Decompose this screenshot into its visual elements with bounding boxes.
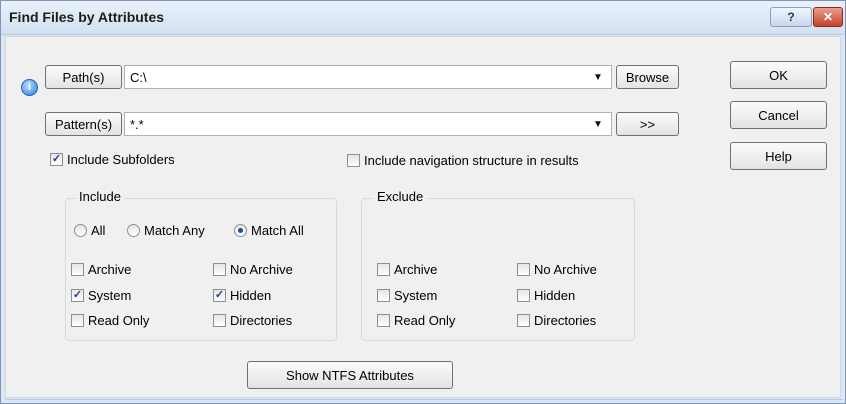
checkbox-label: Directories [230,313,293,328]
checkbox-label: Archive [394,262,438,277]
include-navigation-checkbox[interactable]: Include navigation structure in results [347,153,579,168]
pattern-value: *.* [130,117,144,132]
exclude-read-only-checkbox[interactable]: Read Only [377,313,455,328]
info-icon: i [21,79,38,96]
window-title: Find Files by Attributes [9,9,165,25]
checkbox-label: Hidden [230,288,272,303]
include-read-only-checkbox[interactable]: Read Only [71,313,149,328]
exclude-system-checkbox[interactable]: System [377,288,437,303]
show-ntfs-attributes-button[interactable]: Show NTFS Attributes [247,361,453,389]
checkbox-label: Read Only [394,313,456,328]
checkbox-box[interactable] [347,154,360,167]
checkbox-box[interactable] [71,314,84,327]
include-directories-checkbox[interactable]: Directories [213,313,292,328]
include-system-checkbox[interactable]: ✓ System [71,288,131,303]
checkbox-label: Hidden [534,288,576,303]
paths-button[interactable]: Path(s) [45,65,122,89]
checkbox-box[interactable] [213,314,226,327]
checkbox-label: System [88,288,132,303]
radio-label: Match Any [144,223,205,238]
checkbox-label: No Archive [230,262,293,277]
exclude-group-label: Exclude [374,189,427,204]
exclude-no-archive-checkbox[interactable]: No Archive [517,262,597,277]
exclude-archive-checkbox[interactable]: Archive [377,262,437,277]
exclude-hidden-checkbox[interactable]: Hidden [517,288,575,303]
browse-button[interactable]: Browse [616,65,679,89]
ok-button[interactable]: OK [730,61,827,89]
include-radio-match-any[interactable]: Match Any [127,223,205,238]
radio-circle[interactable] [74,224,87,237]
chevron-down-icon[interactable]: ▼ [591,72,605,84]
checkbox-box[interactable] [377,263,390,276]
include-subfolders-label: Include Subfolders [67,152,175,167]
include-hidden-checkbox[interactable]: ✓ Hidden [213,288,271,303]
include-archive-checkbox[interactable]: Archive [71,262,131,277]
checkbox-box[interactable] [377,314,390,327]
radio-selected-dot [238,228,243,233]
help-button[interactable]: Help [730,142,827,170]
include-radio-all[interactable]: All [74,223,105,238]
checkmark-icon[interactable]: ✓ [50,153,63,166]
checkbox-box[interactable] [517,289,530,302]
checkbox-box[interactable] [213,263,226,276]
include-group-label: Include [76,189,124,204]
checkbox-box[interactable] [377,289,390,302]
radio-label: Match All [251,223,304,238]
path-value: C:\ [130,70,147,85]
bottom-border [5,399,843,400]
checkbox-label: No Archive [534,262,597,277]
checkbox-box[interactable] [517,314,530,327]
checkmark-icon[interactable]: ✓ [213,289,226,302]
patterns-button[interactable]: Pattern(s) [45,112,122,136]
radio-circle[interactable] [234,224,247,237]
radio-circle[interactable] [127,224,140,237]
checkbox-label: Archive [88,262,132,277]
include-navigation-label: Include navigation structure in results [364,153,579,168]
checkbox-label: Read Only [88,313,150,328]
close-button[interactable]: ✕ [813,7,843,27]
checkbox-box[interactable] [71,263,84,276]
dialog-window: Find Files by Attributes ? ✕ Path(s) C:\… [0,0,846,404]
checkbox-label: System [394,288,438,303]
title-help-button[interactable]: ? [770,7,812,27]
checkbox-box[interactable] [517,263,530,276]
title-bar[interactable]: Find Files by Attributes ? ✕ [1,1,845,35]
include-radio-match-all[interactable]: Match All [234,223,304,238]
cancel-button[interactable]: Cancel [730,101,827,129]
chevron-down-icon[interactable]: ▼ [591,119,605,131]
include-no-archive-checkbox[interactable]: No Archive [213,262,293,277]
checkmark-icon[interactable]: ✓ [71,289,84,302]
checkbox-label: Directories [534,313,597,328]
path-combobox[interactable]: C:\ ▼ [124,65,612,89]
radio-label: All [91,223,106,238]
include-subfolders-checkbox[interactable]: ✓ Include Subfolders [50,152,175,167]
pattern-combobox[interactable]: *.* ▼ [124,112,612,136]
exclude-directories-checkbox[interactable]: Directories [517,313,596,328]
more-options-button[interactable]: >> [616,112,679,136]
